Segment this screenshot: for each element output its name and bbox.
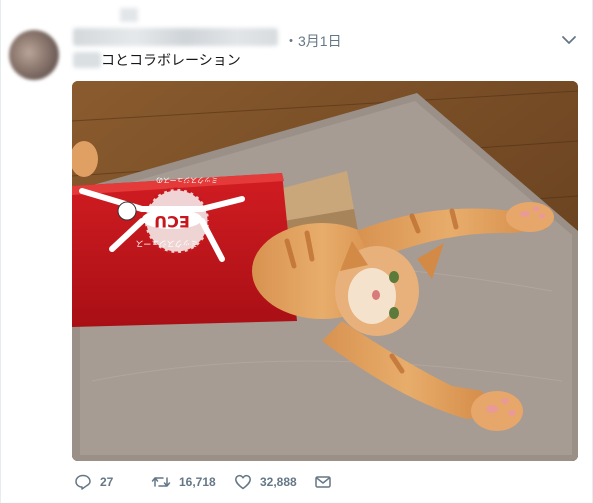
tweet-photo[interactable]: ミックスジュースの ECU ミックスジュース [72,81,578,461]
like-count: 32,888 [260,475,297,489]
reply-icon [74,473,92,491]
tweet-timestamp[interactable]: ・3月1日 [284,31,342,51]
redacted-author-name[interactable] [73,28,278,46]
box-print-top: ミックスジュースの [156,176,218,184]
redacted-area [120,8,138,22]
svg-text:ECU: ECU [154,212,190,231]
reply-count: 27 [100,475,114,489]
tweet-actions: 27 16,718 32,888 [72,472,372,492]
avatar[interactable] [9,30,59,80]
direct-message-icon [314,473,332,491]
like-icon [234,473,252,491]
retweet-button[interactable]: 16,718 [151,472,216,492]
retweet-icon [151,473,171,491]
direct-message-button[interactable] [314,472,332,492]
like-button[interactable]: 32,888 [234,472,297,492]
redacted-text-fragment [73,52,101,68]
box-print-bottom: ミックスジュース [136,239,199,248]
tweet-text: コとコラボレーション [101,52,241,68]
retweet-count: 16,718 [179,475,216,489]
reply-button[interactable]: 27 [74,472,113,492]
frame-border-left [0,0,1,503]
chevron-down-icon[interactable] [561,33,577,45]
